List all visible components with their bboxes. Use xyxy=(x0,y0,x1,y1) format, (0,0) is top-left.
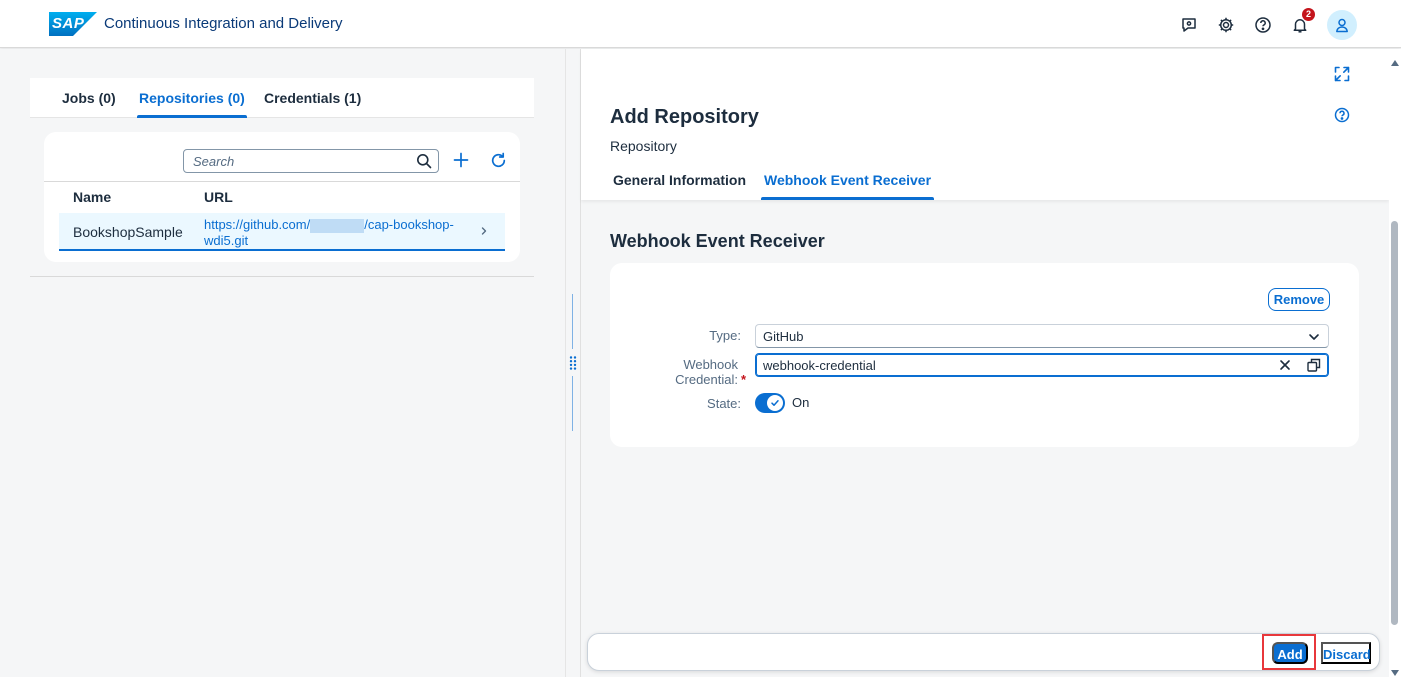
refresh-button[interactable] xyxy=(486,148,510,172)
refresh-icon xyxy=(491,152,505,167)
panel-divider xyxy=(30,276,534,277)
scroll-down-arrow-icon[interactable] xyxy=(1391,663,1399,677)
required-indicator: * xyxy=(741,372,747,387)
section-title: Webhook Event Receiver xyxy=(610,231,825,251)
checkmark-icon xyxy=(771,400,779,406)
scroll-up-arrow-icon[interactable] xyxy=(1391,53,1399,69)
repositories-table-card: Name URL BookshopSample https://github.c… xyxy=(44,132,520,262)
help-circle-icon xyxy=(1334,107,1350,123)
settings-button[interactable] xyxy=(1214,11,1238,39)
webhook-credential-input[interactable]: webhook-credential xyxy=(755,353,1329,377)
state-value: On xyxy=(792,395,810,410)
repositories-panel: Jobs (0) Repositories (0) Credentials (1… xyxy=(0,49,565,677)
tab-credentials[interactable]: Credentials (1) xyxy=(264,78,361,118)
credential-label: Webhook Credential: xyxy=(610,357,738,387)
footer-toolbar: Add Discard xyxy=(587,633,1380,671)
tab-repositories[interactable]: Repositories (0) xyxy=(137,78,247,118)
fullscreen-icon xyxy=(1334,66,1350,82)
chevron-down-icon[interactable] xyxy=(1308,330,1320,346)
help-button[interactable] xyxy=(1251,11,1275,39)
notifications-button[interactable]: 2 xyxy=(1288,8,1315,39)
type-label: Type: xyxy=(709,328,741,343)
clear-icon[interactable] xyxy=(1278,358,1292,375)
switch-knob xyxy=(767,395,783,411)
drag-handle-icon[interactable] xyxy=(569,355,577,374)
type-select[interactable]: GitHub xyxy=(755,324,1329,348)
shell-actions: 2 xyxy=(1177,8,1357,40)
plus-icon xyxy=(453,152,469,168)
app-title: Continuous Integration and Delivery xyxy=(104,15,343,32)
page-title: Add Repository xyxy=(610,106,759,128)
user-avatar[interactable] xyxy=(1327,10,1357,40)
repository-name: BookshopSample xyxy=(73,224,183,240)
notification-badge: 2 xyxy=(1302,8,1315,21)
column-header-name: Name xyxy=(73,189,112,205)
state-switch[interactable] xyxy=(755,393,785,413)
splitter-line-top xyxy=(572,294,573,349)
table-header-divider xyxy=(44,181,520,182)
user-icon xyxy=(1336,18,1348,33)
tab-jobs[interactable]: Jobs (0) xyxy=(62,78,116,118)
sap-logo-text: SAP xyxy=(52,15,85,32)
add-repository-button[interactable] xyxy=(449,148,473,172)
feedback-icon xyxy=(1182,18,1196,32)
webhook-form-card: Remove Type: GitHub Webhook Credential: … xyxy=(610,263,1359,447)
scrollbar[interactable] xyxy=(1389,49,1401,677)
splitter-line-bottom xyxy=(572,376,573,431)
tab-webhook-event-receiver[interactable]: Webhook Event Receiver xyxy=(760,162,935,200)
value-help-icon[interactable] xyxy=(1306,357,1322,376)
redacted-owner xyxy=(310,218,365,233)
feedback-button[interactable] xyxy=(1177,11,1201,39)
search-input[interactable] xyxy=(184,150,409,172)
credential-label-line1: Webhook xyxy=(683,357,738,372)
scrollbar-thumb[interactable] xyxy=(1391,221,1398,625)
object-page-header: Add Repository Repository General Inform… xyxy=(581,49,1389,200)
remove-button[interactable]: Remove xyxy=(1268,288,1330,311)
credential-label-line2: Credential: xyxy=(675,372,738,387)
repository-url-prefix: https://github.com/ xyxy=(204,217,311,232)
chevron-right-icon[interactable] xyxy=(479,224,489,241)
page-subtitle: Repository xyxy=(610,138,677,154)
repository-url[interactable]: https://github.com//cap-bookshop-wdi5.gi… xyxy=(204,217,464,248)
add-button[interactable]: Add xyxy=(1272,642,1308,664)
settings-icon xyxy=(1218,17,1234,33)
tab-general-information[interactable]: General Information xyxy=(613,162,746,200)
help-icon xyxy=(1255,17,1271,33)
discard-button[interactable]: Discard xyxy=(1321,642,1371,664)
shell-bar: SAP Continuous Integration and Delivery xyxy=(0,0,1401,48)
column-header-url: URL xyxy=(204,189,233,205)
type-select-value: GitHub xyxy=(763,329,804,344)
main-tab-bar: Jobs (0) Repositories (0) Credentials (1… xyxy=(30,78,534,118)
sap-logo[interactable]: SAP xyxy=(49,12,97,36)
table-row[interactable]: BookshopSample https://github.com//cap-b… xyxy=(59,213,505,251)
search-icon[interactable] xyxy=(416,153,432,172)
state-label: State: xyxy=(707,396,741,411)
panel-help-button[interactable] xyxy=(1334,107,1350,126)
add-repository-panel: Add Repository Repository General Inform… xyxy=(580,49,1389,677)
webhook-credential-value: webhook-credential xyxy=(763,358,876,373)
layout-splitter[interactable] xyxy=(565,49,580,677)
search-field[interactable] xyxy=(183,149,439,173)
fullscreen-button[interactable] xyxy=(1334,66,1350,85)
